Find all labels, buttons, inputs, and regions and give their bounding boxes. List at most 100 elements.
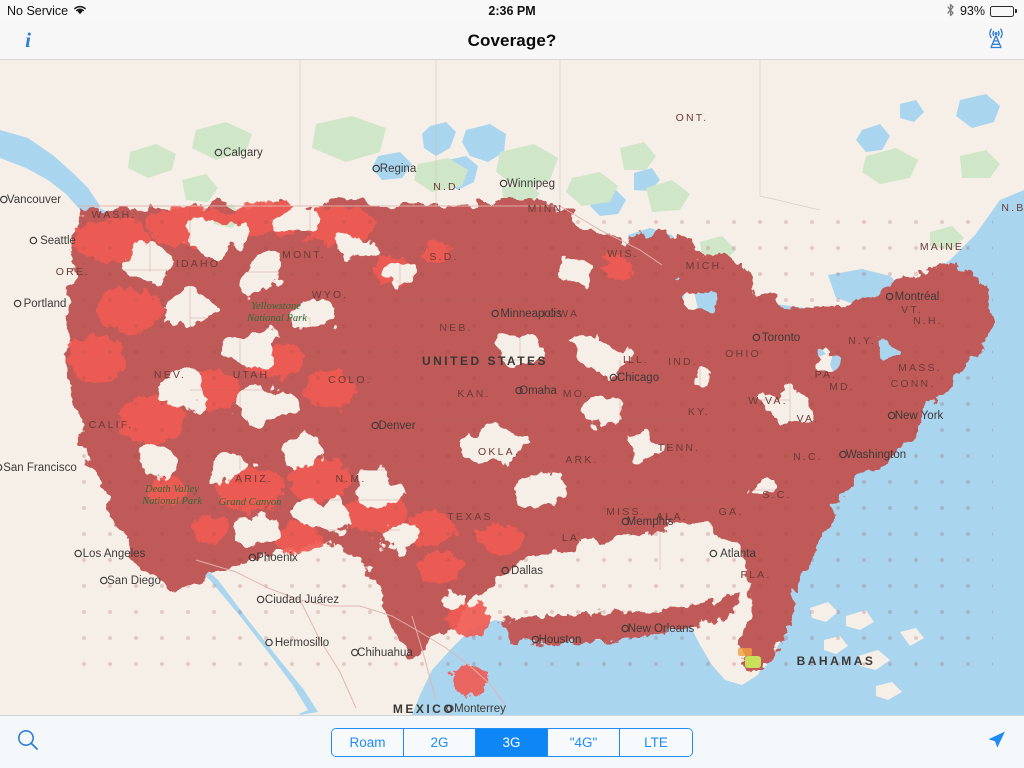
status-bar-left: No Service [7, 4, 87, 18]
map-country-label: UNITED STATES [422, 354, 548, 368]
map-city-label: New York [895, 410, 944, 422]
map-city-label: Atlanta [720, 548, 756, 560]
map-region-label: COLO. [328, 374, 372, 386]
map-city-label: Portland [24, 298, 67, 310]
bottom-toolbar: Roam 2G 3G "4G" LTE [0, 715, 1024, 768]
map-city-label: Minneapolis [500, 308, 562, 320]
map-region-label: KAN. [457, 388, 490, 400]
battery-percent-label: 93% [959, 4, 985, 18]
map-city-label: Vancouver [7, 194, 61, 206]
segment-3g[interactable]: 3G [476, 728, 548, 756]
map-region-label: CONN. [891, 378, 936, 390]
map-region-label: CALIF. [89, 419, 134, 431]
map-city-label: Chicago [617, 372, 659, 384]
segment-2g[interactable]: 2G [404, 728, 476, 756]
map-region-label: PA. [815, 369, 838, 381]
cell-tower-button[interactable] [968, 22, 1024, 60]
map-region-label: S.D. [429, 251, 458, 263]
map-city-label: Monterrey [454, 703, 506, 715]
map-city-label: Chihuahua [357, 647, 413, 659]
coverage-map-app: No Service 2:36 PM 93% i Coverage? UNITE… [0, 0, 1024, 768]
map-region-label: MICH. [686, 260, 727, 272]
map-city-label: Seattle [40, 235, 76, 247]
battery-icon [990, 5, 1017, 17]
map-region-label: N.Y. [848, 335, 876, 347]
map-city-label: Memphis [627, 516, 674, 528]
info-button[interactable]: i [0, 22, 56, 60]
map-region-label: MAINE [920, 241, 964, 253]
map-region-label: N.M. [336, 473, 367, 485]
map-city-label: Denver [378, 420, 415, 432]
map-region-label: N.C. [793, 451, 823, 463]
map-country-label: BAHAMAS [797, 654, 876, 668]
segment-roam[interactable]: Roam [332, 728, 404, 756]
map-city-label: Regina [380, 163, 417, 175]
map-region-label: ARIZ. [235, 473, 273, 485]
map-park-label: Death Valley [144, 484, 199, 495]
map-region-label: NEV. [154, 369, 186, 381]
map-region-label: MASS. [898, 362, 942, 374]
map-region-label: VA. [797, 413, 820, 425]
map-city-label: Washington [846, 449, 906, 461]
navigation-bar: i Coverage? [0, 22, 1024, 60]
map-region-label: IDAHO [176, 258, 220, 270]
map-region-label: GA. [719, 506, 744, 518]
map-region-label: NEB. [439, 322, 472, 334]
map-city-label: Dallas [511, 565, 543, 577]
segment-lte[interactable]: LTE [620, 728, 692, 756]
map-region-label: TENN. [658, 442, 701, 454]
map-city-label: New Orleans [628, 623, 695, 635]
search-button[interactable] [0, 716, 56, 768]
map-region-label: ORE. [56, 266, 90, 278]
map-city-label: Montréal [895, 291, 940, 303]
map-region-label: ILL. [623, 354, 649, 366]
map-park-label: National Park [246, 313, 307, 324]
info-icon: i [25, 28, 31, 52]
map-region-label: KY. [688, 406, 710, 418]
map-region-label: WYO. [312, 289, 349, 301]
map-city-label: Phoenix [256, 552, 298, 564]
search-icon [16, 728, 40, 757]
status-bar-clock: 2:36 PM [488, 4, 536, 18]
map-city-label: Los Angeles [83, 548, 146, 560]
map-region-label: MINN. [528, 203, 569, 215]
map-region-label: IND. [668, 356, 698, 368]
map-city-label: Hermosillo [275, 637, 329, 649]
map-region-label: W.VA. [748, 395, 787, 407]
map-city-label: Winnipeg [507, 178, 555, 190]
bluetooth-icon [946, 3, 955, 20]
map-city-label: San Diego [107, 575, 161, 587]
map-region-label: OHIO [725, 348, 761, 360]
map-region-label: WIS. [607, 248, 639, 260]
map-country-label: MEXICO [393, 702, 455, 715]
map-city-label: San Francisco [3, 462, 77, 474]
status-bar-right: 93% [946, 3, 1017, 20]
map-region-label: OKLA. [478, 446, 520, 458]
locate-button[interactable] [968, 716, 1024, 768]
map-park-label: Yellowstone [251, 301, 301, 312]
coverage-map[interactable]: UNITED STATES MEXICO BAHAMAS ONT. N.B. MAINE W… [0, 60, 1024, 715]
map-region-label: N.B. [1001, 202, 1024, 214]
map-city-label: Toronto [762, 332, 800, 344]
map-city-label: Omaha [519, 385, 557, 397]
map-region-label: S.C. [762, 489, 791, 501]
map-region-label: ARK. [565, 454, 598, 466]
wifi-icon [73, 4, 87, 18]
map-park-label: Grand Canyon [219, 497, 282, 508]
map-city-label: Ciudad Juárez [265, 594, 339, 606]
carrier-label: No Service [7, 4, 69, 18]
map-region-label: TEXAS [447, 511, 492, 523]
segment-4g[interactable]: "4G" [548, 728, 620, 756]
network-type-segmented-control[interactable]: Roam 2G 3G "4G" LTE [331, 727, 693, 757]
map-region-label: MONT. [282, 249, 326, 261]
map-region-label: MO. [563, 388, 589, 400]
map-region-label: ONT. [676, 112, 709, 124]
page-title: Coverage? [467, 30, 557, 50]
map-park-label: National Park [141, 496, 202, 507]
navigation-arrow-icon [985, 729, 1007, 756]
map-region-label: WASH. [91, 209, 136, 221]
map-region-label: MD. [829, 381, 855, 393]
map-city-label: Houston [539, 634, 582, 646]
map-region-label: FLA. [741, 569, 772, 581]
map-city-label: Calgary [223, 147, 263, 159]
